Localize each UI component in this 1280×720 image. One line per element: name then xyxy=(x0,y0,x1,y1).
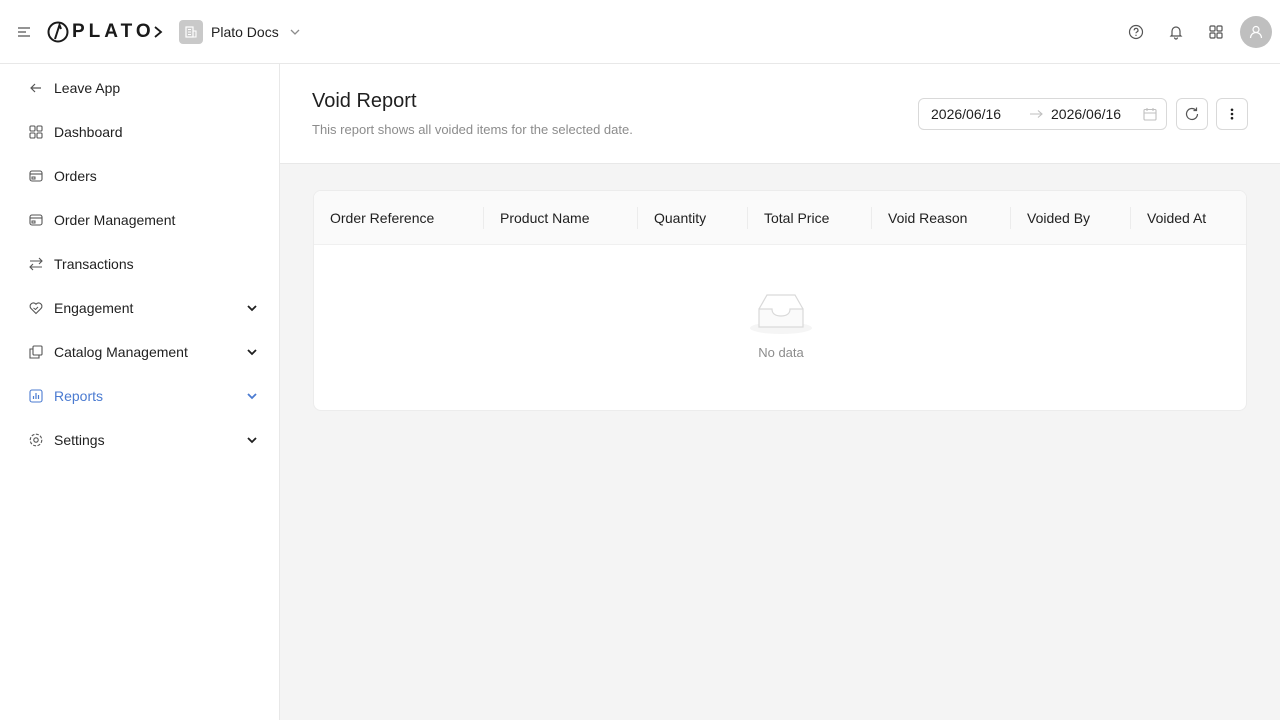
refresh-button[interactable] xyxy=(1176,98,1208,130)
user-icon xyxy=(1249,25,1263,39)
bell-icon[interactable] xyxy=(1156,16,1196,48)
column-header-total-price[interactable]: Total Price xyxy=(748,191,872,245)
sidebar-item-catalog-management[interactable]: Catalog Management xyxy=(16,332,272,372)
user-avatar[interactable] xyxy=(1240,16,1272,48)
column-header-product-name[interactable]: Product Name xyxy=(484,191,638,245)
column-header-quantity[interactable]: Quantity xyxy=(638,191,748,245)
empty-inbox-icon xyxy=(750,294,812,334)
date-end[interactable]: 2026/06/16 xyxy=(1051,106,1137,122)
sidebar-item-label: Leave App xyxy=(54,80,121,96)
sidebar-item-label: Settings xyxy=(54,432,105,448)
sidebar-item-label: Dashboard xyxy=(54,124,123,140)
arrow-right-icon xyxy=(1030,110,1043,118)
sidebar-item-label: Reports xyxy=(54,388,104,404)
date-start[interactable]: 2026/06/16 xyxy=(931,106,1017,122)
workspace-name: Plato Docs xyxy=(211,24,279,40)
sidebar-item-label: Engagement xyxy=(54,300,134,316)
more-vertical-icon xyxy=(1230,108,1234,120)
column-header-voided-at[interactable]: Voided At xyxy=(1131,191,1246,245)
top-bar: PLATO Plato Docs xyxy=(0,0,1280,64)
column-header-voided-by[interactable]: Voided By xyxy=(1011,191,1131,245)
page-subtitle: This report shows all voided items for t… xyxy=(312,122,633,137)
sidebar-item-dashboard[interactable]: Dashboard xyxy=(16,112,272,152)
apps-grid-icon[interactable] xyxy=(1196,16,1236,48)
logo-text: PLATO xyxy=(72,21,155,42)
bar-chart-icon xyxy=(28,388,44,404)
sidebar-item-label: Orders xyxy=(54,168,97,184)
sidebar-item-order-management[interactable]: Order Management xyxy=(16,200,272,240)
help-icon[interactable] xyxy=(1116,16,1156,48)
sidebar-item-label: Order Management xyxy=(54,212,176,228)
orders-icon xyxy=(28,168,44,184)
chevron-down-icon xyxy=(247,349,257,356)
heart-handshake-icon xyxy=(28,300,44,316)
more-options-button[interactable] xyxy=(1216,98,1248,130)
sidebar-item-orders[interactable]: Orders xyxy=(16,156,272,196)
swap-arrows-icon xyxy=(28,256,44,272)
refresh-icon xyxy=(1185,107,1199,121)
sidebar-item-reports[interactable]: Reports xyxy=(16,376,272,416)
sidebar-item-settings[interactable]: Settings xyxy=(16,420,272,460)
column-header-void-reason[interactable]: Void Reason xyxy=(872,191,1011,245)
sidebar: Leave App Dashboard Orders Order Managem… xyxy=(0,64,280,720)
table-header: Order Reference Product Name Quantity To… xyxy=(314,191,1246,245)
date-range-picker[interactable]: 2026/06/16 2026/06/16 xyxy=(918,98,1167,130)
chevron-down-icon xyxy=(247,393,257,400)
order-management-icon xyxy=(28,212,44,228)
gear-icon xyxy=(28,432,44,448)
building-icon xyxy=(179,20,203,44)
chevron-down-icon xyxy=(247,437,257,444)
empty-state-text: No data xyxy=(758,345,804,360)
top-actions xyxy=(1116,16,1272,48)
plato-logo[interactable]: PLATO xyxy=(47,20,155,44)
sidebar-item-leave-app[interactable]: Leave App xyxy=(16,68,272,108)
arrow-left-icon xyxy=(28,80,44,96)
sidebar-item-label: Transactions xyxy=(54,256,134,272)
page-title: Void Report xyxy=(312,90,417,112)
column-header-order-reference[interactable]: Order Reference xyxy=(314,191,484,245)
chevron-down-icon xyxy=(247,305,257,312)
breadcrumb-chevron-right-icon xyxy=(151,24,165,40)
sidebar-item-transactions[interactable]: Transactions xyxy=(16,244,272,284)
sidebar-item-engagement[interactable]: Engagement xyxy=(16,288,272,328)
empty-state: No data xyxy=(314,245,1246,410)
void-report-table: Order Reference Product Name Quantity To… xyxy=(313,190,1247,411)
workspace-selector[interactable]: Plato Docs xyxy=(179,20,301,44)
calendar-icon xyxy=(1143,108,1157,121)
logo-mark-icon xyxy=(47,21,69,43)
dashboard-icon xyxy=(28,124,44,140)
page-header: Void Report This report shows all voided… xyxy=(280,64,1280,164)
menu-toggle-icon[interactable] xyxy=(16,24,32,40)
catalog-icon xyxy=(28,344,44,360)
chevron-down-icon xyxy=(290,29,300,35)
sidebar-item-label: Catalog Management xyxy=(54,344,188,360)
